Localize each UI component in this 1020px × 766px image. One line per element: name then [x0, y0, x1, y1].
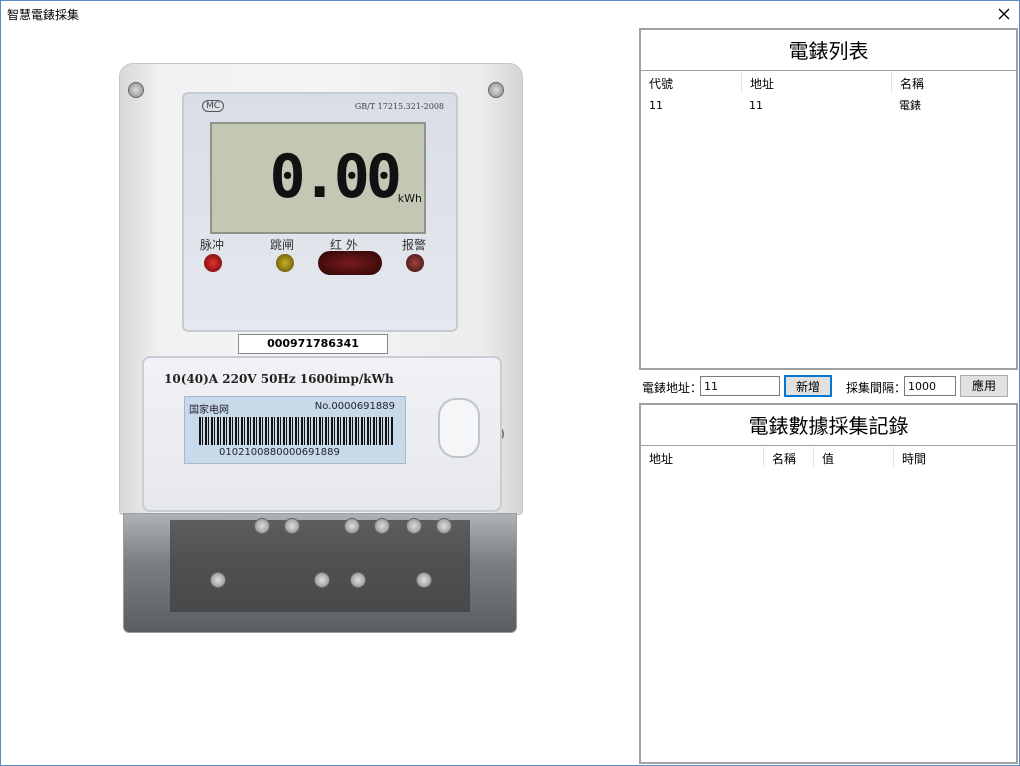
grid-company: 国家电网 — [189, 405, 229, 416]
led-label-trip: 跳闸 — [270, 238, 295, 252]
alarm-led-icon — [406, 254, 424, 272]
screw-icon — [128, 82, 144, 98]
lcd-unit: kWh — [397, 192, 422, 205]
interval-label: 採集間隔： — [846, 381, 907, 395]
lcd-value: 0.00 — [269, 142, 402, 212]
meter-serial: 000971786341 — [238, 334, 388, 354]
cell-code: 11 — [649, 99, 663, 112]
terminal-screw-icon — [436, 518, 452, 534]
address-input[interactable] — [700, 376, 780, 396]
trip-led-icon — [276, 254, 294, 272]
window-title: 智慧電錶採集 — [7, 8, 80, 22]
column-header-name[interactable]: 名稱 — [891, 72, 1016, 92]
records-header: 地址 名稱 值 時間 — [641, 447, 1016, 467]
label-number: No.0000691889 — [314, 401, 395, 412]
infrared-window-icon — [318, 251, 382, 275]
cell-address: 11 — [749, 99, 763, 112]
meter-image: MC GB/T 17215.321-2008 0.00 kWh 脉冲 跳闸 红 … — [119, 63, 523, 635]
meter-list-header: 代號 地址 名稱 — [641, 72, 1016, 92]
column-header-code[interactable]: 代號 — [641, 72, 741, 92]
screw-icon — [488, 82, 504, 98]
led-label-alarm: 报警 — [402, 238, 427, 252]
pulse-led-icon — [204, 254, 222, 272]
column-header-name[interactable]: 名稱 — [763, 447, 813, 467]
app-window: 智慧電錶採集 MC GB/T 17215.321-2008 0.00 kWh 脉… — [0, 0, 1020, 766]
meter-list-panel: 電錶列表 代號 地址 名稱 11 11 電錶 — [639, 28, 1018, 370]
led-label-pulse: 脉冲 — [200, 238, 225, 252]
add-button[interactable]: 新增 — [784, 375, 832, 397]
close-icon — [998, 8, 1010, 20]
apply-button[interactable]: 應用 — [960, 375, 1008, 397]
barcode-icon — [199, 417, 393, 445]
terminal-screw-icon — [254, 518, 270, 534]
meter-rating: 10(40)A 220V 50Hz 1600imp/kWh — [164, 372, 394, 386]
interval-input[interactable] — [904, 376, 956, 396]
lcd-display: 0.00 kWh — [210, 122, 426, 234]
cell-name: 電錶 — [899, 99, 921, 112]
address-label: 電錶地址： — [642, 381, 703, 395]
terminal-screw-icon — [344, 518, 360, 534]
terminal-screw-icon — [406, 518, 422, 534]
standard-text: GB/T 17215.321-2008 — [354, 102, 444, 111]
title-bar: 智慧電錶採集 — [1, 1, 1019, 27]
meter-nameplate: 10(40)A 220V 50Hz 1600imp/kWh 国家电网 No.00… — [142, 356, 502, 512]
records-panel: 電錶數據採集記錄 地址 名稱 值 時間 — [639, 403, 1018, 764]
terminal-cover — [123, 513, 517, 633]
table-row[interactable]: 11 11 電錶 — [641, 96, 1016, 114]
terminal-screw-icon — [284, 518, 300, 534]
column-header-address[interactable]: 地址 — [641, 447, 763, 467]
meter-body: MC GB/T 17215.321-2008 0.00 kWh 脉冲 跳闸 红 … — [119, 63, 523, 515]
terminal-screw-icon — [314, 572, 330, 588]
close-button[interactable] — [993, 3, 1015, 25]
column-header-address[interactable]: 地址 — [741, 72, 891, 92]
seal-window-icon — [438, 398, 480, 458]
meter-label-card: 国家电网 No.0000691889 0102100880000691889 — [184, 396, 406, 464]
mc-logo: MC — [202, 100, 225, 112]
meter-display-panel: MC GB/T 17215.321-2008 0.00 kWh 脉冲 跳闸 红 … — [182, 92, 458, 332]
column-header-value[interactable]: 值 — [813, 447, 893, 467]
records-title: 電錶數據採集記錄 — [641, 405, 1016, 446]
controls-row: 電錶地址： 新增 採集間隔： 應用 — [640, 375, 1018, 399]
terminal-screw-icon — [374, 518, 390, 534]
terminal-block — [170, 520, 470, 612]
terminal-screw-icon — [210, 572, 226, 588]
barcode-number: 0102100880000691889 — [219, 447, 340, 458]
column-header-time[interactable]: 時間 — [893, 447, 1016, 467]
terminal-screw-icon — [350, 572, 366, 588]
meter-list-title: 電錶列表 — [641, 30, 1016, 71]
terminal-screw-icon — [416, 572, 432, 588]
